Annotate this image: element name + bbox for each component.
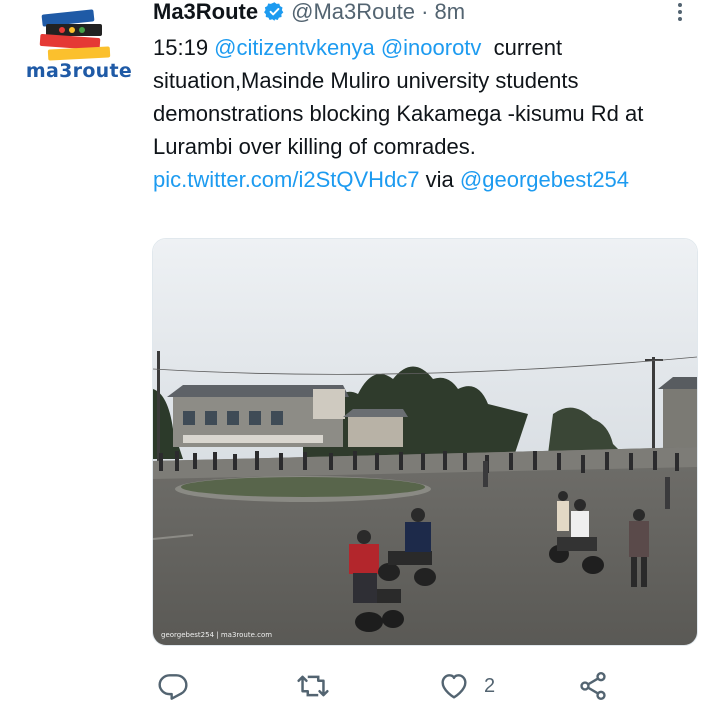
like-button[interactable]: 2 [438, 665, 495, 707]
tweet-header: Ma3Route @Ma3Route · 8m [153, 0, 680, 24]
reply-icon [157, 670, 189, 702]
separator-dot: · [421, 0, 429, 24]
pic-link[interactable]: pic.twitter.com/i2StQVHdc7 [153, 167, 420, 192]
share-button[interactable] [577, 665, 609, 707]
user-handle[interactable]: @Ma3Route [291, 0, 415, 24]
ma3route-logo-icon [39, 9, 111, 61]
mention-georgebest254[interactable]: @georgebest254 [460, 167, 629, 192]
avatar[interactable]: ma3route [24, 6, 134, 86]
retweet-icon [296, 670, 330, 702]
like-count: 2 [484, 674, 496, 697]
more-options-icon[interactable] [672, 2, 688, 22]
tweet-time-prefix: 15:19 [153, 35, 215, 60]
mention-inoorotv[interactable]: @inoorotv [381, 35, 482, 60]
timestamp[interactable]: 8m [435, 0, 466, 24]
avatar-logo-text: ma3route [25, 60, 133, 82]
tweet-actions: 2 [152, 665, 696, 707]
reply-button[interactable] [157, 665, 189, 707]
tweet-text: 15:19 @citizentvkenya @inoorotv current … [153, 31, 698, 196]
heart-icon [438, 670, 470, 702]
display-name[interactable]: Ma3Route [153, 0, 258, 24]
share-icon [577, 670, 609, 702]
photo-watermark: georgebest254 | ma3route.com [161, 631, 273, 639]
mention-citizentvkenya[interactable]: @citizentvkenya [214, 35, 375, 60]
tweet-photo[interactable]: georgebest254 | ma3route.com [152, 238, 698, 646]
via-text: via [419, 167, 460, 192]
verified-badge-icon [264, 1, 285, 27]
retweet-button[interactable] [296, 665, 330, 707]
street-scene-image [153, 239, 697, 645]
